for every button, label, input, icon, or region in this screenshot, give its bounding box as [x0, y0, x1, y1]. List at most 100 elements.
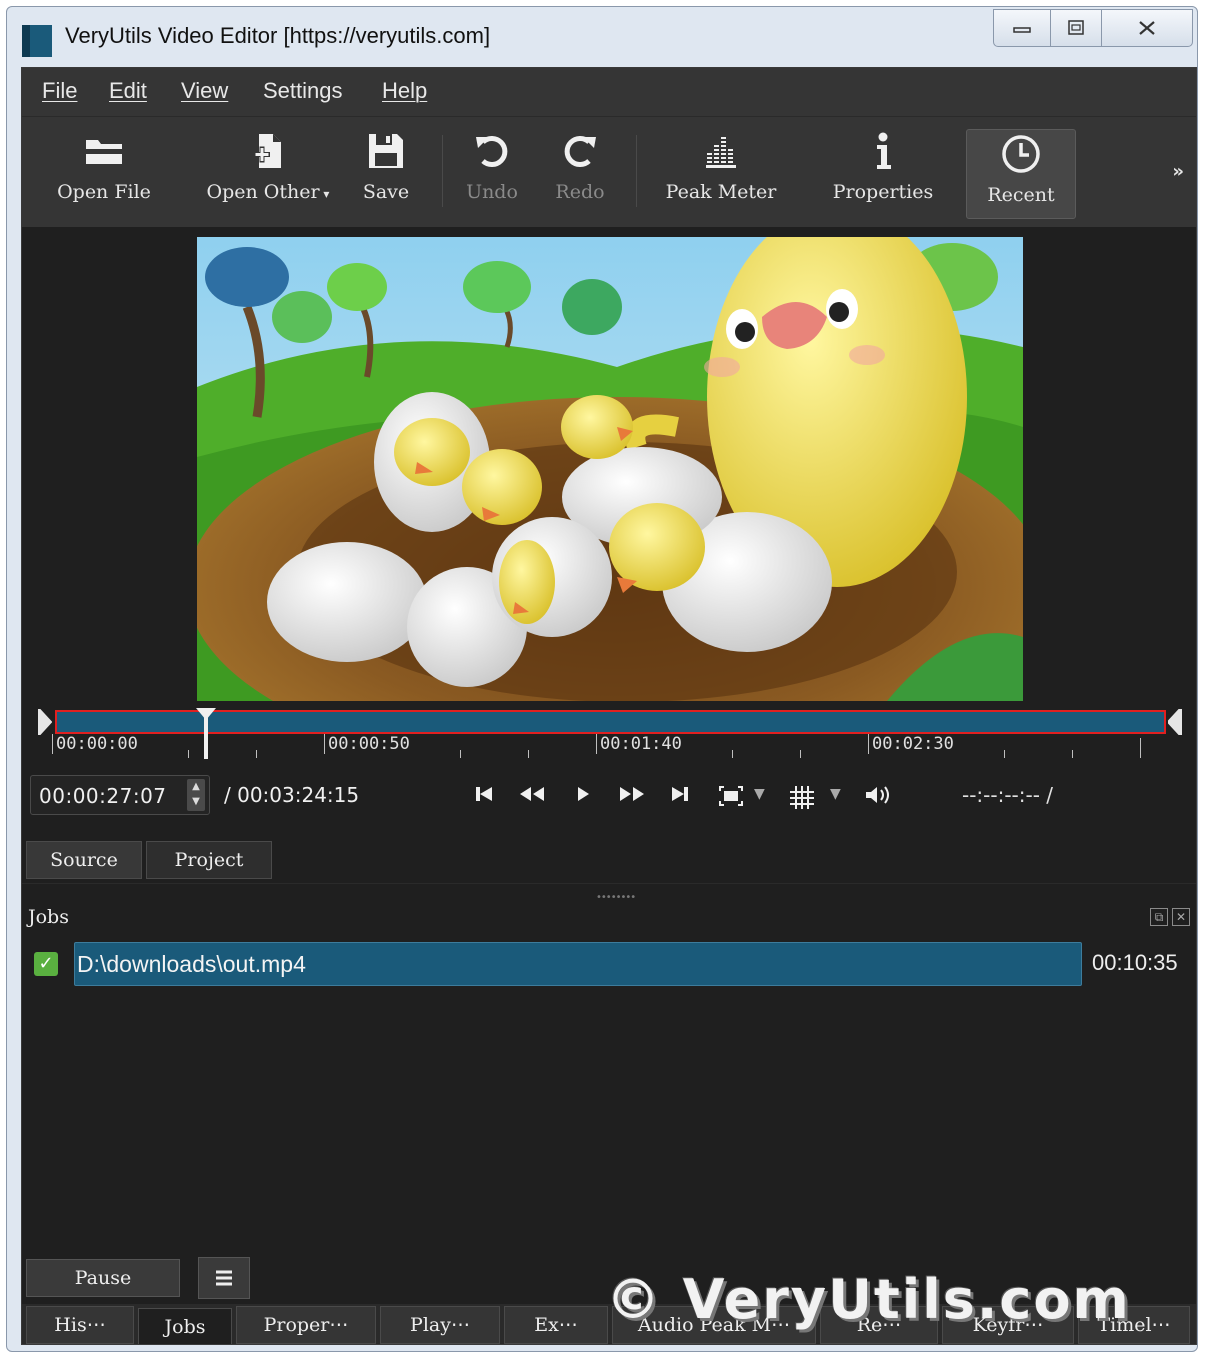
menu-view[interactable]: View [181, 78, 228, 104]
app-window: VeryUtils Video Editor [https://veryutil… [6, 6, 1198, 1352]
tab-project[interactable]: Project [146, 841, 272, 879]
tab-properties[interactable]: Proper⋯ [236, 1306, 376, 1344]
playhead-marker[interactable] [193, 707, 219, 761]
scrub-bar[interactable] [55, 710, 1166, 734]
toolbar-separator [442, 135, 443, 207]
peak-meter-icon [706, 137, 736, 168]
player [22, 227, 1196, 705]
dock-tab-bar: His⋯ Jobs Proper⋯ Play⋯ Ex⋯ Audio Peak M… [22, 1304, 1196, 1344]
title-bar: VeryUtils Video Editor [https://veryutil… [7, 7, 1197, 67]
play-icon[interactable] [574, 785, 592, 803]
float-panel-button[interactable]: ⧉ [1150, 908, 1168, 926]
close-icon [1139, 21, 1155, 35]
timeline-scrubber[interactable]: 00:00:00 00:00:50 00:01:40 00:02:30 [22, 705, 1196, 765]
tick [800, 750, 801, 758]
restore-button[interactable] [1050, 9, 1102, 47]
tick [188, 750, 189, 758]
job-elapsed-time: 00:10:35 [1092, 950, 1178, 975]
menu-bar: File Edit View Settings Help [22, 68, 1196, 116]
menu-settings[interactable]: Settings [263, 78, 343, 104]
save-button[interactable]: Save [356, 127, 416, 217]
toolbar: Open File Open Other ▾ Save Undo Redo Pe… [22, 116, 1196, 228]
tick-label: 00:01:40 [596, 734, 682, 754]
tab-keyframes[interactable]: Keyfr⋯ [942, 1306, 1074, 1344]
fast-forward-icon[interactable] [618, 785, 646, 803]
job-name: D:\downloads\out.mp4 [74, 942, 1082, 986]
player-tabs: Source Project [22, 827, 1196, 884]
save-label: Save [362, 181, 410, 203]
menu-edit[interactable]: Edit [109, 78, 147, 104]
peak-meter-label: Peak Meter [665, 181, 777, 203]
restore-icon [1068, 20, 1084, 35]
dropdown-arrow-icon: ▾ [319, 187, 330, 201]
tab-recent[interactable]: Re⋯ [820, 1306, 938, 1344]
current-timecode: 00:00:27:07 [39, 784, 167, 808]
dock-controls: ⧉ ✕ [1150, 908, 1190, 926]
jobs-menu-button[interactable] [198, 1257, 250, 1299]
tab-source[interactable]: Source [26, 841, 142, 879]
timecode-spinner[interactable]: ▲ ▼ [187, 779, 205, 811]
undo-label: Undo [466, 181, 518, 203]
pause-jobs-button[interactable]: Pause [26, 1259, 180, 1297]
video-frame-image [197, 237, 1023, 701]
transport-controls: 00:00:27:07 ▲ ▼ / 00:03:24:15 ▼ ▼ --:--:-… [22, 765, 1196, 827]
folder-icon [86, 140, 122, 164]
zoom-dropdown-icon[interactable]: ▼ [754, 785, 765, 803]
video-preview[interactable] [197, 237, 1023, 701]
new-file-icon [254, 134, 281, 168]
zoom-fit-icon[interactable] [718, 785, 744, 807]
info-icon [877, 132, 891, 169]
in-out-timecode: --:--:--:-- / [962, 783, 1054, 807]
peak-meter-button[interactable]: Peak Meter [656, 127, 786, 217]
tick-label: 00:02:30 [868, 734, 954, 754]
tab-timeline[interactable]: Timel⋯ [1078, 1306, 1190, 1344]
current-timecode-field[interactable]: 00:00:27:07 ▲ ▼ [30, 775, 210, 815]
menu-help[interactable]: Help [382, 78, 427, 104]
undo-icon [476, 136, 508, 167]
grid-dropdown-icon[interactable]: ▼ [830, 785, 841, 803]
rewind-icon[interactable] [518, 785, 546, 803]
volume-icon[interactable] [864, 785, 894, 805]
minimize-icon [1013, 27, 1031, 33]
tick [1072, 750, 1073, 758]
tab-playlist[interactable]: Play⋯ [380, 1306, 500, 1344]
toolbar-overflow-button[interactable]: » [1172, 161, 1184, 182]
close-button[interactable] [1101, 9, 1193, 47]
properties-button[interactable]: Properties [818, 127, 948, 217]
open-file-label: Open File [57, 181, 151, 203]
tab-history[interactable]: His⋯ [26, 1306, 134, 1344]
recent-button[interactable]: Recent [966, 129, 1076, 219]
tab-jobs[interactable]: Jobs [138, 1308, 232, 1344]
tab-audio-peak-meter[interactable]: Audio Peak M⋯ [612, 1306, 816, 1344]
save-icon [369, 134, 403, 168]
open-other-button[interactable]: Open Other ▾ [196, 127, 340, 217]
tick-label: 00:00:50 [324, 734, 410, 754]
job-complete-checkbox[interactable]: ✓ [34, 952, 58, 976]
tick [460, 750, 461, 758]
undo-button[interactable]: Undo [462, 127, 522, 217]
splitter-handle[interactable]: •••••••• [596, 892, 636, 903]
open-file-button[interactable]: Open File [42, 127, 166, 217]
toolbar-separator [636, 135, 637, 207]
job-row[interactable]: ✓ D:\downloads\out.mp4 00:10:35 [30, 940, 1190, 988]
editor-main: File Edit View Settings Help Open File O… [21, 67, 1197, 1345]
tab-export[interactable]: Ex⋯ [504, 1306, 608, 1344]
grid-icon[interactable] [788, 785, 816, 809]
redo-button[interactable]: Redo [550, 127, 610, 217]
menu-file[interactable]: File [42, 78, 77, 104]
skip-to-start-icon[interactable] [474, 785, 494, 803]
redo-label: Redo [555, 181, 605, 203]
close-panel-button[interactable]: ✕ [1172, 908, 1190, 926]
minimize-button[interactable] [993, 9, 1051, 47]
skip-to-end-icon[interactable] [670, 785, 690, 803]
tick [732, 750, 733, 758]
out-point-marker-icon[interactable] [1168, 709, 1182, 735]
total-duration: / 00:03:24:15 [224, 783, 360, 807]
hamburger-menu-icon [216, 1270, 232, 1286]
jobs-panel-title: Jobs [28, 906, 69, 928]
tick [256, 750, 257, 758]
recent-label: Recent [987, 184, 1055, 206]
in-point-marker-icon[interactable] [38, 709, 52, 735]
tick-label: 00:00:00 [52, 734, 138, 754]
clock-icon [1002, 135, 1040, 173]
